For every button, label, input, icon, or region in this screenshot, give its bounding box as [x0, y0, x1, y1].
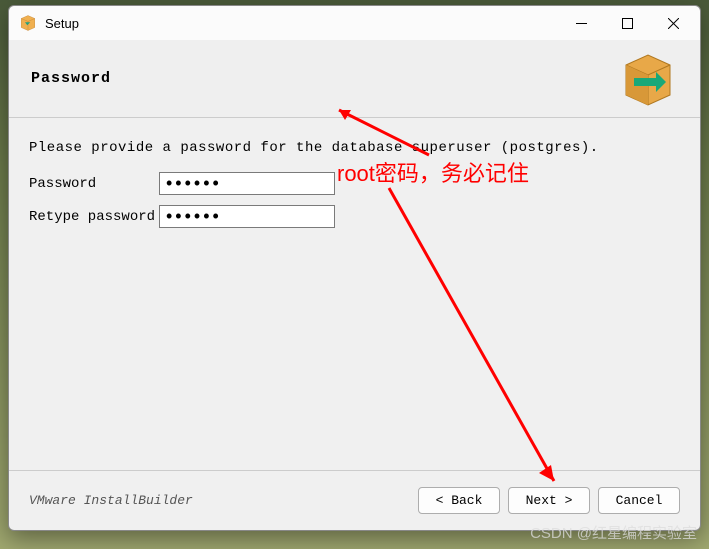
wizard-header: Password [9, 40, 700, 118]
titlebar: Setup [9, 6, 700, 40]
builder-label: VMware InstallBuilder [29, 493, 410, 508]
retype-label: Retype password [29, 209, 159, 225]
annotation-text: root密码，务必记住 [337, 156, 529, 188]
close-button[interactable] [650, 7, 696, 39]
description-text: Please provide a password for the databa… [29, 140, 680, 156]
content-area: Please provide a password for the databa… [9, 118, 700, 470]
window-title: Setup [45, 16, 558, 31]
setup-window: Setup Password Please provide a password… [8, 5, 701, 531]
wizard-footer: VMware InstallBuilder < Back Next > Canc… [9, 470, 700, 530]
password-label: Password [29, 176, 159, 192]
password-input[interactable] [159, 172, 335, 195]
app-icon [19, 14, 37, 32]
cancel-button[interactable]: Cancel [598, 487, 680, 514]
annotation-arrow-bottom-icon [379, 183, 569, 493]
next-button[interactable]: Next > [508, 487, 590, 514]
page-title: Password [31, 70, 618, 87]
minimize-button[interactable] [558, 7, 604, 39]
back-button[interactable]: < Back [418, 487, 500, 514]
retype-password-input[interactable] [159, 205, 335, 228]
retype-row: Retype password [29, 205, 680, 228]
maximize-button[interactable] [604, 7, 650, 39]
window-controls [558, 7, 696, 39]
package-logo-icon [618, 50, 678, 108]
